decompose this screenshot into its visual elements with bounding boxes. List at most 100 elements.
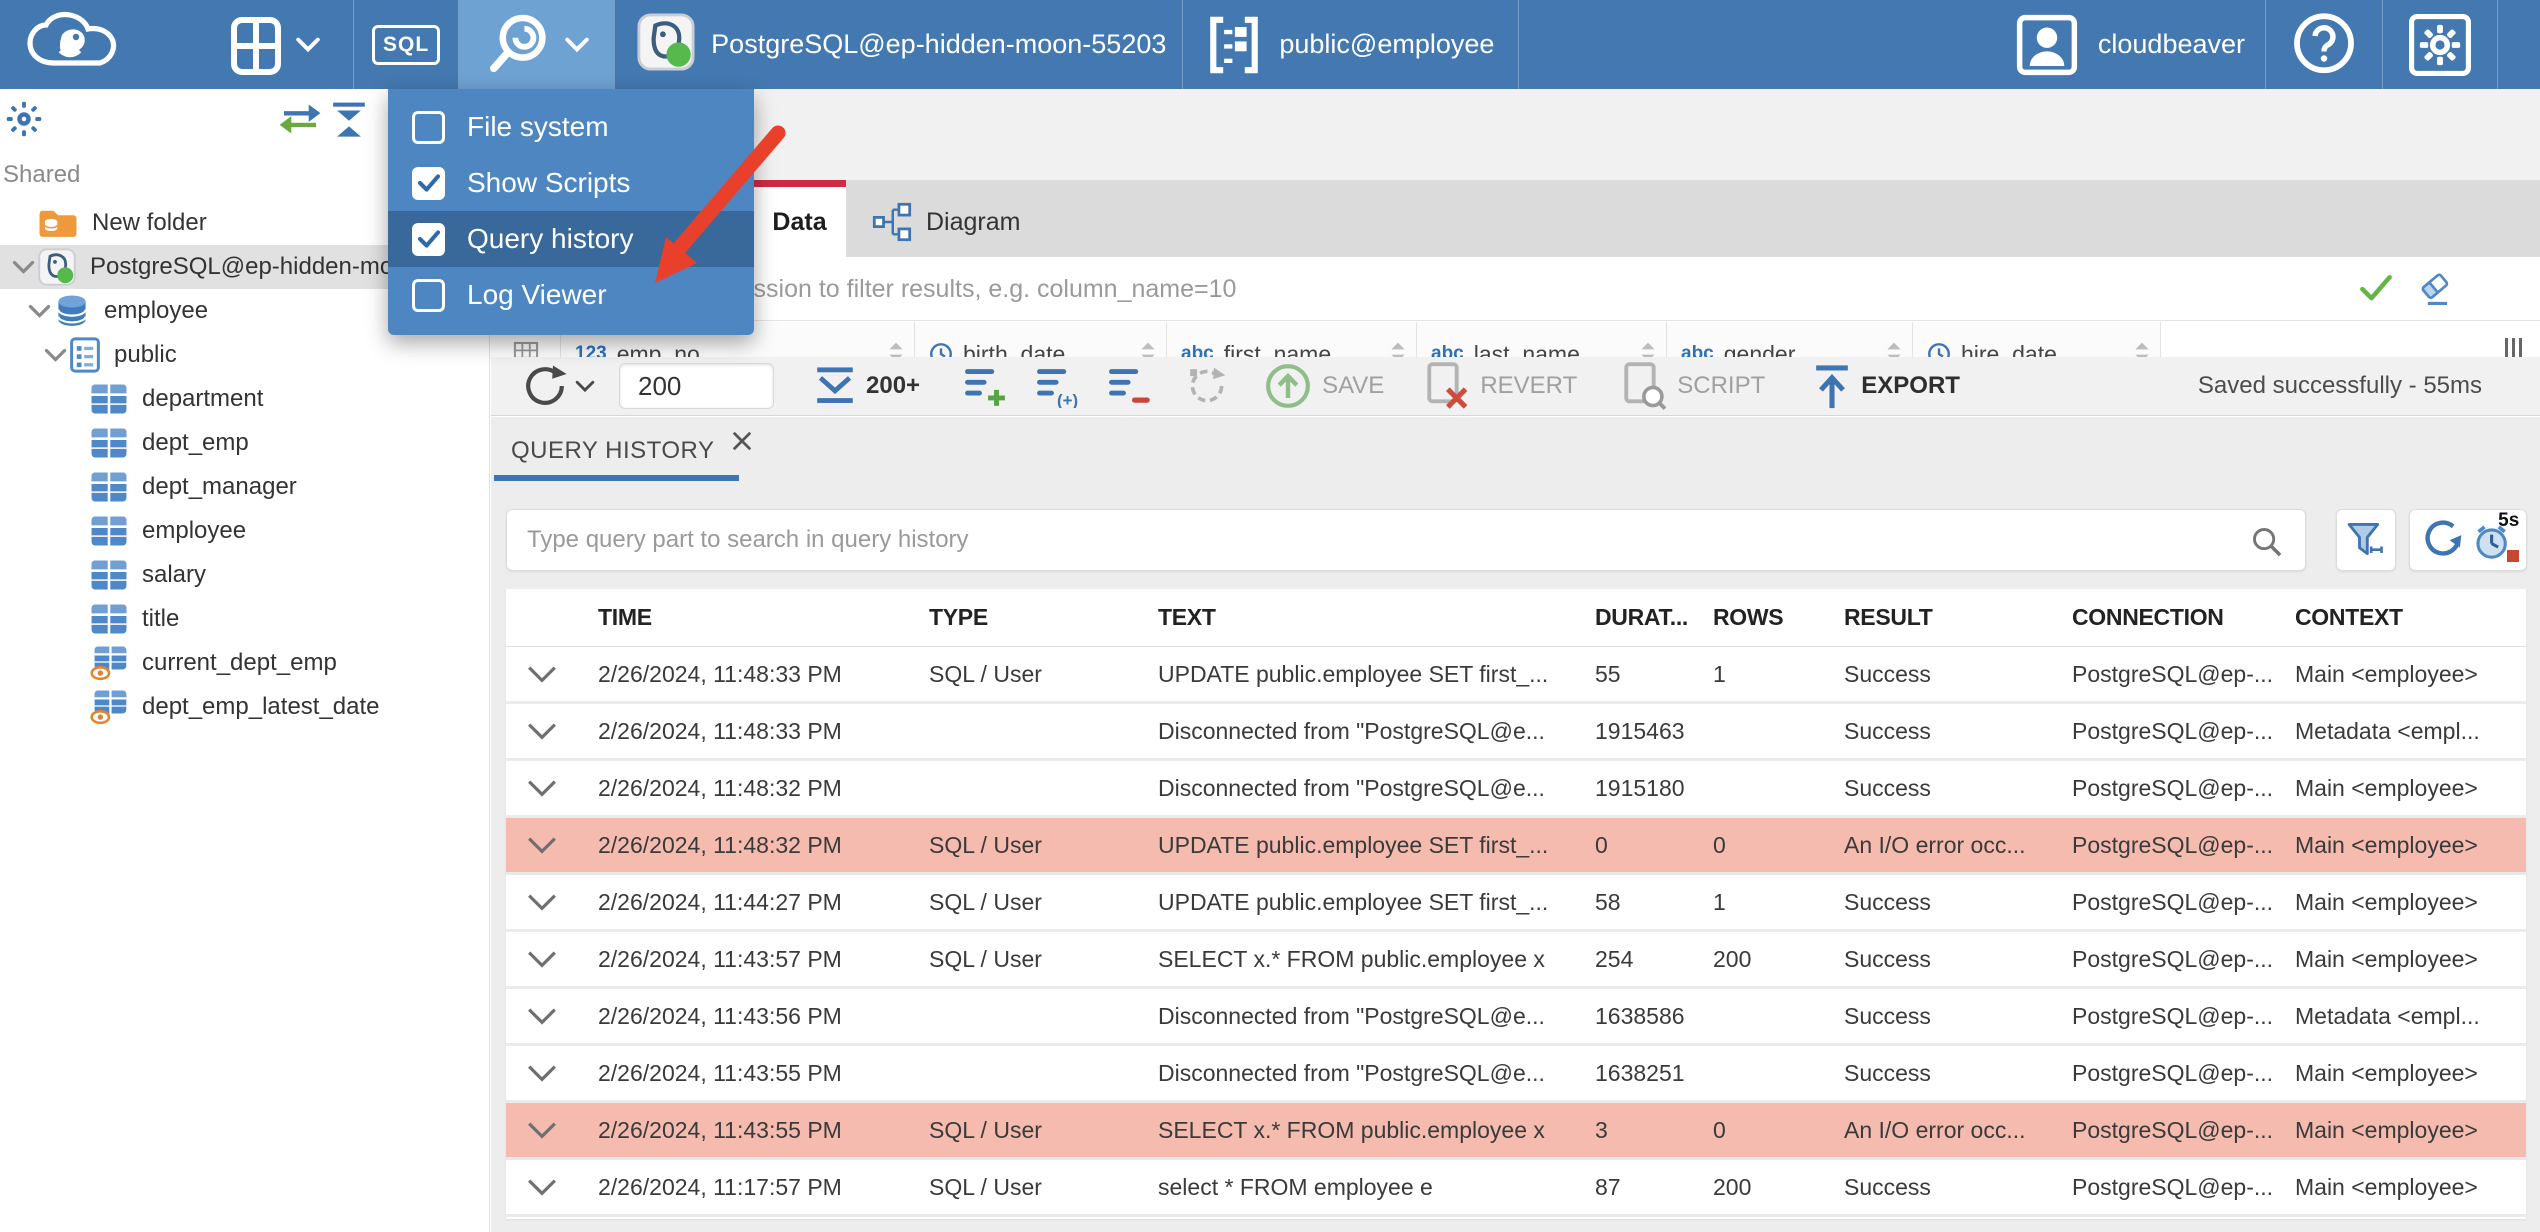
rollback-button[interactable] [1184, 363, 1230, 409]
expand-chevron-icon[interactable] [506, 1120, 598, 1140]
script-button[interactable]: SCRIPT [1621, 361, 1765, 411]
new-connection-button[interactable] [212, 0, 339, 89]
checkbox-checked-icon[interactable] [412, 166, 445, 200]
rollback-icon [1190, 367, 1226, 403]
history-row[interactable]: 2/26/2024, 11:43:56 PM Disconnected from… [506, 989, 2526, 1046]
expand-chevron-icon[interactable] [506, 1177, 598, 1197]
tree-item-view[interactable]: dept_emp_latest_date [0, 685, 489, 729]
expand-chevron-icon[interactable] [506, 721, 598, 741]
col-type[interactable]: TYPE [929, 604, 1158, 631]
sync-connection-icon[interactable] [278, 103, 322, 140]
history-row[interactable]: 2/26/2024, 11:43:55 PM Disconnected from… [506, 1046, 2526, 1103]
save-button[interactable]: SAVE [1264, 362, 1384, 410]
duplicate-row-button[interactable]: (+) [1034, 364, 1080, 408]
sort-icon[interactable] [1390, 341, 1406, 357]
sidebar-settings-gear-icon[interactable] [6, 101, 42, 142]
active-tab-underline [494, 475, 739, 481]
checkbox-unchecked-icon[interactable] [412, 110, 445, 144]
add-row-button[interactable] [962, 364, 1008, 408]
expand-chevron-icon[interactable] [506, 664, 598, 684]
column-settings-icon[interactable] [2505, 338, 2522, 357]
checkbox-unchecked-icon[interactable] [412, 278, 445, 312]
tab-query-history[interactable]: QUERY HISTORY [494, 423, 776, 481]
col-text[interactable]: TEXT [1158, 604, 1595, 631]
history-row[interactable]: 2/26/2024, 11:48:33 PM SQL / User UPDATE… [506, 647, 2526, 704]
history-row[interactable]: 2/26/2024, 11:44:27 PM SQL / User UPDATE… [506, 875, 2526, 932]
sort-icon[interactable] [1886, 341, 1902, 357]
column-header-gender[interactable]: abc gender [1667, 322, 1913, 357]
column-header-first-name[interactable]: abc first_name [1167, 322, 1417, 357]
column-name: hire_date [1961, 340, 2057, 358]
settings-button[interactable] [2383, 0, 2497, 89]
tree-item-schema[interactable]: public [0, 333, 489, 377]
expand-chevron-icon[interactable] [506, 778, 598, 798]
close-icon[interactable] [730, 429, 754, 458]
sort-icon[interactable] [888, 341, 904, 357]
tab-diagram[interactable]: Diagram [846, 187, 1046, 257]
col-result[interactable]: RESULT [1844, 604, 2072, 631]
history-row[interactable]: 2/26/2024, 11:48:32 PM Disconnected from… [506, 761, 2526, 818]
chevron-down-icon[interactable] [24, 304, 54, 319]
chevron-down-icon[interactable] [8, 260, 38, 275]
delete-row-button[interactable] [1106, 364, 1152, 408]
history-search-input[interactable] [527, 510, 2217, 570]
chevron-down-icon[interactable] [40, 348, 70, 363]
expand-chevron-icon[interactable] [506, 835, 598, 855]
col-connection[interactable]: CONNECTION [2072, 604, 2295, 631]
tools-menu-button[interactable] [459, 0, 615, 89]
tree-item-table[interactable]: salary [0, 553, 489, 597]
auto-refresh-timer-icon[interactable]: 5s [2475, 510, 2520, 562]
expand-chevron-icon[interactable] [506, 892, 598, 912]
schema-selector[interactable]: public@employee [1183, 0, 1518, 89]
col-context[interactable]: CONTEXT [2295, 604, 2526, 631]
fetch-size-input[interactable] [619, 363, 774, 409]
history-row-error[interactable]: 2/26/2024, 11:48:32 PM SQL / User UPDATE… [506, 818, 2526, 875]
history-filter-button[interactable] [2336, 509, 2396, 571]
column-header-hire-date[interactable]: hire_date [1913, 322, 2161, 357]
user-menu-button[interactable]: cloudbeaver [1996, 0, 2265, 89]
result-filter-input[interactable] [691, 257, 2341, 321]
connection-selector[interactable]: PostgreSQL@ep-hidden-moon-55203 [615, 0, 1182, 89]
sort-icon[interactable] [1640, 341, 1656, 357]
tree-item-table[interactable]: department [0, 377, 489, 421]
expand-chevron-icon[interactable] [506, 1063, 598, 1083]
history-row[interactable]: 2/26/2024, 11:48:33 PM Disconnected from… [506, 704, 2526, 761]
refresh-button[interactable] [521, 362, 595, 410]
sort-icon[interactable] [1140, 341, 1156, 357]
fetch-more-button[interactable]: 200+ [814, 365, 920, 407]
tree-item-table[interactable]: employee [0, 509, 489, 553]
tree-item-table[interactable]: dept_emp [0, 421, 489, 465]
sort-icon[interactable] [2134, 341, 2150, 357]
history-row[interactable]: 2/26/2024, 11:17:57 PM SQL / User select… [506, 1160, 2526, 1217]
cell-connection: PostgreSQL@ep-... [2072, 831, 2274, 858]
tree-item-table[interactable]: dept_manager [0, 465, 489, 509]
expand-chevron-icon[interactable] [506, 949, 598, 969]
menu-item-show-scripts[interactable]: Show Scripts [388, 155, 754, 211]
history-row[interactable]: 2/26/2024, 11:43:57 PM SQL / User SELECT… [506, 932, 2526, 989]
tree-item-table[interactable]: title [0, 597, 489, 641]
clear-filter-eraser-icon[interactable] [2417, 271, 2453, 312]
tree-item-view[interactable]: current_dept_emp [0, 641, 489, 685]
expand-chevron-icon[interactable] [506, 1006, 598, 1026]
apply-filter-icon[interactable] [2359, 273, 2393, 308]
revert-button[interactable]: REVERT [1424, 361, 1577, 411]
cell-duration: 1638251 [1595, 1059, 1685, 1086]
menu-item-query-history[interactable]: Query history [388, 211, 754, 267]
checkbox-checked-icon[interactable] [412, 222, 445, 256]
menu-item-log-viewer[interactable]: Log Viewer [388, 267, 754, 323]
col-duration[interactable]: DURAT... [1595, 604, 1713, 631]
history-row-error[interactable]: 2/26/2024, 11:43:55 PM SQL / User SELECT… [506, 1103, 2526, 1160]
menu-item-file-system[interactable]: File system [388, 99, 754, 155]
collapse-all-icon[interactable] [330, 101, 368, 144]
cell-time: 2/26/2024, 11:44:27 PM [598, 888, 842, 915]
help-button[interactable] [2266, 0, 2382, 89]
sql-editor-button[interactable]: SQL [354, 0, 458, 89]
column-header-last-name[interactable]: abc last_name [1417, 322, 1667, 357]
col-rows[interactable]: ROWS [1713, 604, 1844, 631]
editor-tabstrip: Data Diagram [491, 180, 2540, 257]
col-time[interactable]: TIME [598, 604, 929, 631]
history-refresh-icon[interactable] [2421, 516, 2465, 565]
column-header-birth-date[interactable]: birth_date [915, 322, 1167, 357]
export-button[interactable]: EXPORT [1813, 362, 1960, 410]
tab-data[interactable]: Data [753, 180, 846, 257]
